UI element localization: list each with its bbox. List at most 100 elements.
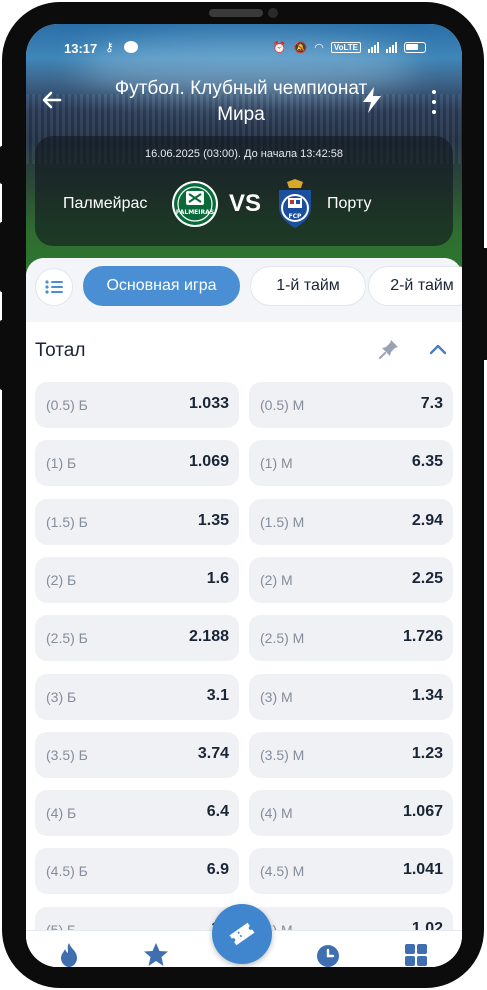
- odds-label: (2.5) Б: [46, 630, 88, 647]
- porto-logo-icon: FCP: [279, 179, 311, 228]
- status-icons: ⏰ 🔕 ◠ VoLTE: [273, 41, 426, 54]
- odds-label: (0.5) Б: [46, 397, 88, 413]
- odds-label: (3.5) Б: [46, 746, 88, 763]
- stadium-header: 13:17 ⚷ ⏰ 🔕 ◠ VoLTE Футбол. Клубный чемп…: [26, 24, 462, 286]
- odds-cell-over[interactable]: (1.5) Б 1.35: [35, 498, 239, 545]
- phone-power-button: [482, 248, 487, 360]
- odds-cell-under[interactable]: (2.5) М 1.726: [249, 615, 453, 662]
- odds-label: (4) Б: [46, 805, 77, 822]
- odds-value: 2.94: [411, 511, 443, 529]
- grid-icon[interactable]: [402, 941, 430, 967]
- arrow-left-icon[interactable]: [40, 88, 64, 116]
- fire-icon[interactable]: [55, 941, 83, 967]
- odds-value: 1.35: [197, 511, 229, 529]
- status-time: 13:17: [64, 41, 98, 56]
- page-title: Футбол. Клубный чемпионат Мира: [114, 78, 368, 125]
- odds-cell-under[interactable]: (3.5) М 1.23: [249, 731, 453, 778]
- odds-value: 3.74: [197, 744, 229, 762]
- phone-speaker: [209, 9, 263, 17]
- odds-label: (2) Б: [46, 571, 77, 588]
- odds-cell-over[interactable]: (0.5) Б 1.033: [35, 382, 239, 428]
- markets-panel: Основная игра 1-й тайм 2-й тайм Тотал (0…: [26, 258, 462, 967]
- kebab-menu-icon[interactable]: [424, 90, 444, 114]
- match-card: 16.06.2025 (03:00). До начала 13:42:58 П…: [35, 136, 453, 246]
- message-icon: [124, 41, 138, 53]
- odds-cell-under[interactable]: (1) М 6.35: [249, 440, 453, 487]
- odds-label: (1) Б: [46, 455, 77, 472]
- mute-icon: 🔕: [293, 42, 308, 54]
- vpn-key-icon: ⚷: [105, 40, 114, 54]
- odds-cell-over[interactable]: (3) Б 3.1: [35, 673, 239, 720]
- odds-value: 1.23: [411, 744, 443, 762]
- phone-side-button: [0, 146, 6, 184]
- market-title: Тотал: [35, 340, 86, 361]
- odds-cell-under[interactable]: (1.5) М 2.94: [249, 498, 453, 545]
- svg-text:PALMEIRAS: PALMEIRAS: [176, 209, 214, 216]
- phone-side-button: [0, 222, 6, 292]
- odds-cell-over[interactable]: (4.5) Б 6.9: [35, 848, 239, 895]
- status-bar: 13:17 ⚷ ⏰ 🔕 ◠ VoLTE: [26, 24, 462, 70]
- away-team: Порту: [327, 195, 372, 212]
- odds-label: (1.5) М: [260, 513, 305, 530]
- odds-label: (3) Б: [46, 688, 77, 705]
- odds-label: (4.5) Б: [46, 863, 88, 880]
- odds-cell-under[interactable]: (0.5) М 7.3: [249, 382, 453, 428]
- odds-value: 1.6: [206, 569, 229, 587]
- odds-value: 7.3: [420, 395, 443, 412]
- volte-badge: VoLTE: [330, 42, 361, 53]
- phone-camera: [268, 8, 278, 18]
- alarm-icon: ⏰: [272, 42, 287, 54]
- app-screen: 13:17 ⚷ ⏰ 🔕 ◠ VoLTE Футбол. Клубный чемп…: [26, 24, 462, 967]
- signal-icon: [368, 42, 379, 53]
- odds-value: 6.35: [411, 453, 443, 471]
- pin-icon[interactable]: [378, 338, 400, 360]
- palmeiras-logo-icon: PALMEIRAS: [172, 181, 218, 227]
- odds-label: (1) М: [260, 455, 293, 472]
- odds-label: (4) М: [260, 805, 293, 822]
- odds-value: 1.067: [402, 803, 443, 821]
- odds-value: 1.041: [402, 861, 443, 879]
- odds-cell-under[interactable]: (2) М 2.25: [249, 556, 453, 603]
- vs-label: VS: [229, 190, 262, 217]
- odds-value: 1.069: [188, 453, 229, 471]
- star-icon[interactable]: [142, 941, 170, 967]
- wifi-icon: ◠: [314, 42, 324, 54]
- odds-value: 3.1: [206, 686, 229, 704]
- odds-label: (0.5) М: [260, 397, 305, 413]
- signal-icon: [386, 42, 397, 53]
- odds-cell-over[interactable]: (1) Б 1.069: [35, 440, 239, 487]
- odds-label: (4.5) М: [260, 863, 305, 880]
- total-market: Тотал (0.5) Б 1.033 (0.5) М 7.3 (1) Б 1.069 (1…: [26, 322, 462, 967]
- odds-cell-under[interactable]: (4) М 1.067: [249, 790, 453, 837]
- tab-first-half[interactable]: 1-й тайм: [250, 266, 366, 306]
- match-datetime: 16.06.2025 (03:00). До начала 13:42:58: [144, 148, 344, 160]
- battery-icon: [404, 42, 426, 53]
- clock-icon[interactable]: [314, 941, 342, 967]
- odds-cell-under[interactable]: (3) М 1.34: [249, 673, 453, 720]
- odds-value: 6.4: [206, 803, 229, 821]
- odds-cell-over[interactable]: (3.5) Б 3.74: [35, 731, 239, 778]
- lightning-icon[interactable]: [360, 86, 384, 114]
- home-team: Палмейрас: [63, 195, 148, 212]
- odds-cell-over[interactable]: (2) Б 1.6: [35, 556, 239, 603]
- odds-label: (2.5) М: [260, 630, 305, 647]
- tab-main-game[interactable]: Основная игра: [83, 266, 240, 306]
- odds-value: 1.726: [402, 628, 443, 646]
- odds-value: 2.25: [411, 569, 443, 587]
- odds-value: 2.188: [188, 628, 229, 646]
- svg-text:FCP: FCP: [289, 213, 303, 220]
- odds-cell-under[interactable]: (4.5) М 1.041: [249, 848, 453, 895]
- odds-label: (3) М: [260, 688, 293, 705]
- phone-side-button: [0, 320, 6, 390]
- ticket-icon[interactable]: [212, 904, 272, 964]
- odds-cell-over[interactable]: (4) Б 6.4: [35, 790, 239, 837]
- list-icon[interactable]: [35, 268, 73, 306]
- period-tabs: Основная игра 1-й тайм 2-й тайм: [26, 258, 462, 320]
- odds-label: (2) М: [260, 571, 293, 588]
- odds-label: (3.5) М: [260, 746, 305, 763]
- odds-value: 6.9: [206, 861, 229, 879]
- tab-second-half[interactable]: 2-й тайм: [368, 266, 462, 306]
- chevron-up-icon[interactable]: [428, 342, 448, 356]
- odds-cell-over[interactable]: (2.5) Б 2.188: [35, 615, 239, 662]
- odds-label: (1.5) Б: [46, 513, 88, 530]
